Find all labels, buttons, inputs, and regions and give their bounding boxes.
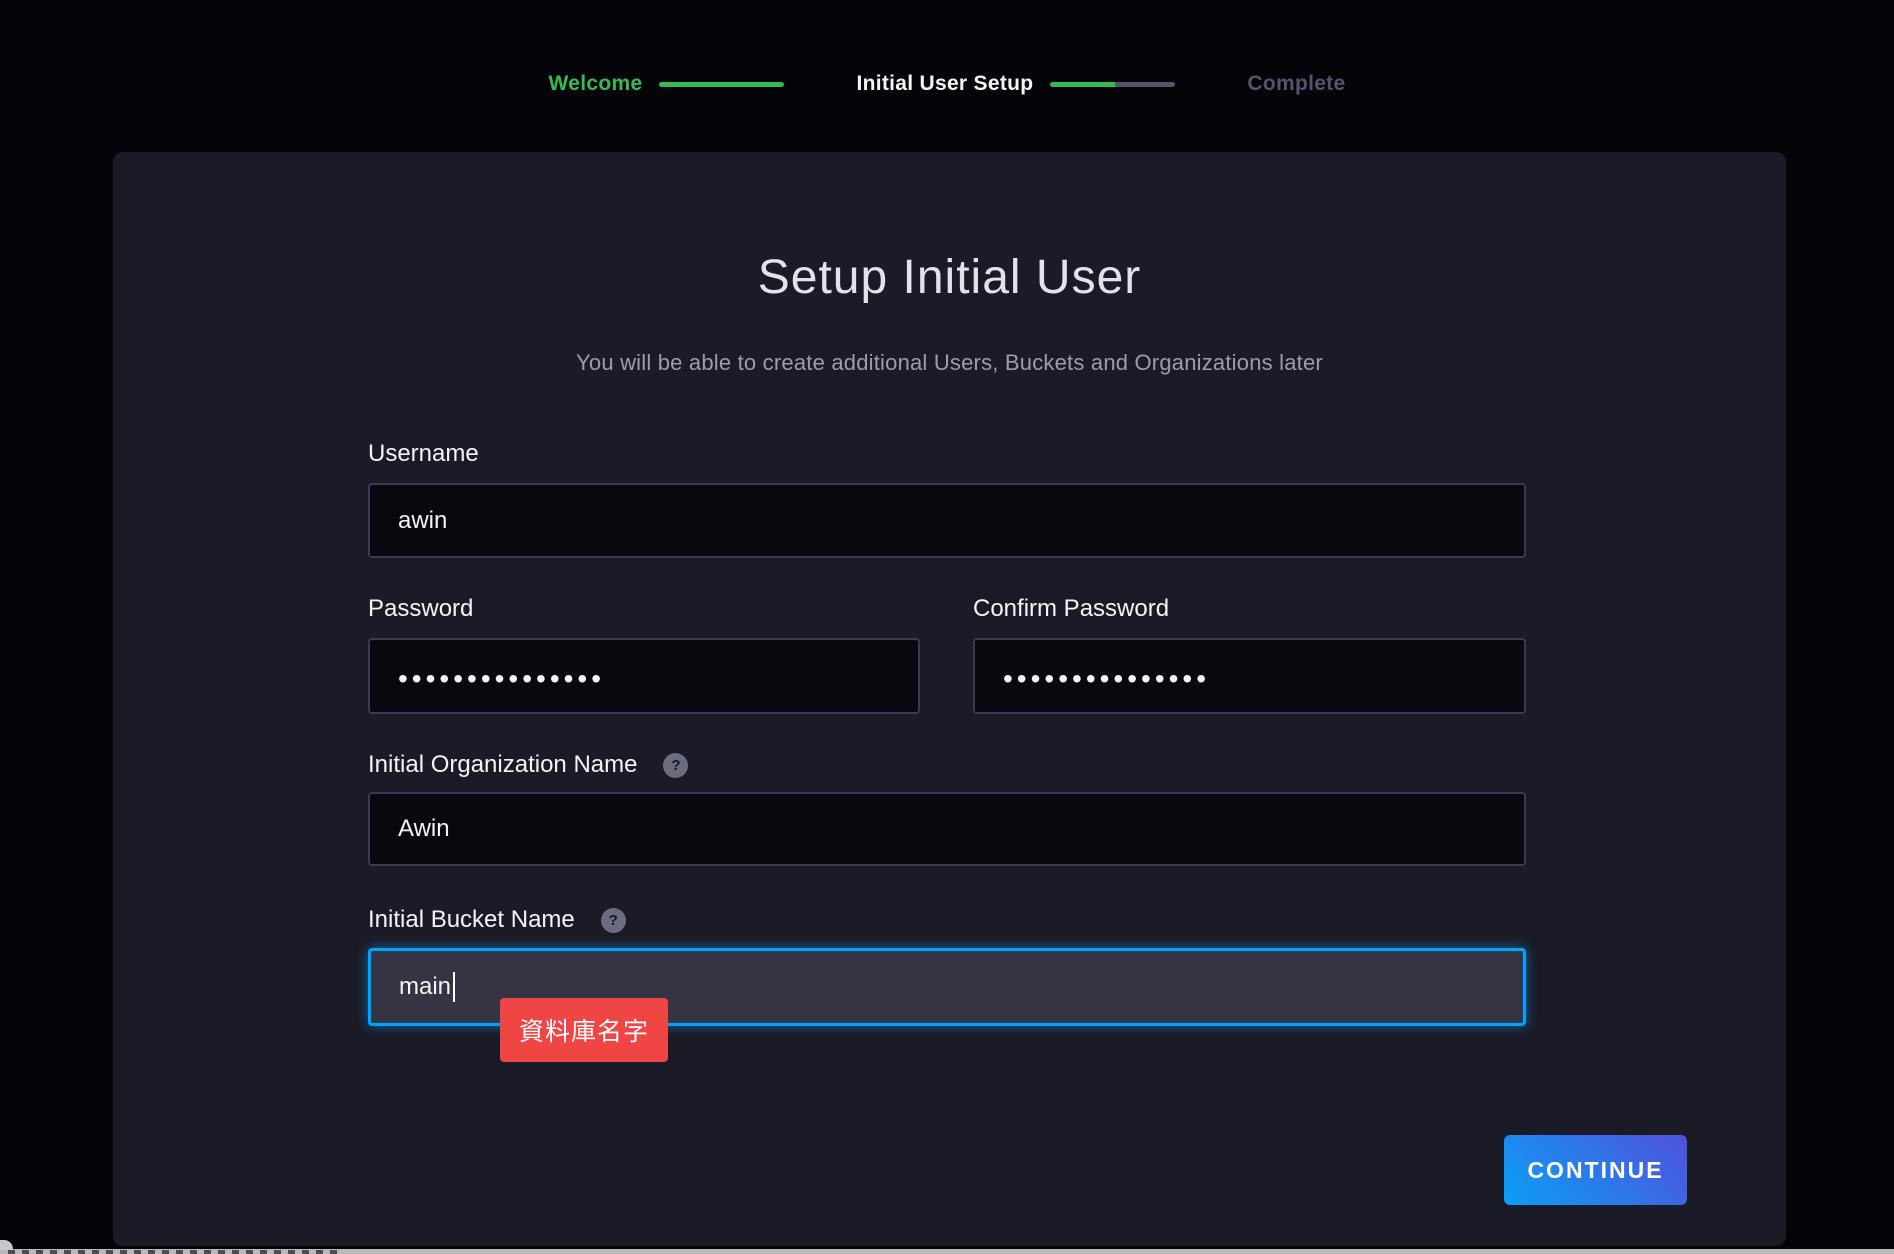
organization-label: Initial Organization Name ? (368, 751, 688, 779)
bucket-name-tooltip: 資料庫名字 (500, 998, 668, 1062)
password-label-text: Password (368, 595, 473, 623)
bucket-label-text: Initial Bucket Name (368, 906, 575, 934)
organization-input[interactable] (368, 792, 1526, 866)
organization-label-text: Initial Organization Name (368, 751, 637, 779)
stepper-label-complete: Complete (1247, 72, 1345, 96)
bucket-label: Initial Bucket Name ? (368, 906, 626, 934)
stepper-progress-line-welcome (659, 82, 784, 87)
confirm-password-label: Confirm Password (973, 595, 1169, 623)
confirm-password-label-text: Confirm Password (973, 595, 1169, 623)
username-input[interactable] (368, 483, 1526, 558)
username-label: Username (368, 440, 479, 468)
text-cursor (453, 972, 455, 1002)
stepper-step-complete: Complete (1247, 72, 1345, 96)
bucket-help-icon[interactable]: ? (601, 908, 626, 933)
stepper-step-initial-user-setup: Initial User Setup (856, 72, 1175, 96)
stepper-step-welcome: Welcome (549, 72, 785, 96)
page-subtitle: You will be able to create additional Us… (113, 350, 1786, 376)
stepper-label-initial-user-setup: Initial User Setup (856, 72, 1033, 96)
password-input[interactable] (368, 638, 920, 714)
bottom-window-edge (0, 1249, 1894, 1254)
continue-button[interactable]: CONTINUE (1504, 1135, 1687, 1205)
confirm-password-input[interactable] (973, 638, 1526, 714)
page-title: Setup Initial User (113, 250, 1786, 305)
stepper-label-welcome: Welcome (549, 72, 643, 96)
username-label-text: Username (368, 440, 479, 468)
organization-help-icon[interactable]: ? (663, 753, 688, 778)
password-label: Password (368, 595, 473, 623)
stepper-progress-line-initial-user-setup (1050, 82, 1175, 87)
status-popup-corner (0, 1240, 13, 1250)
setup-panel: Setup Initial User You will be able to c… (113, 152, 1786, 1246)
setup-stepper: Welcome Initial User Setup Complete (0, 72, 1894, 96)
bucket-input-value: main (399, 973, 451, 1001)
clipped-text-sliver (8, 1250, 338, 1254)
